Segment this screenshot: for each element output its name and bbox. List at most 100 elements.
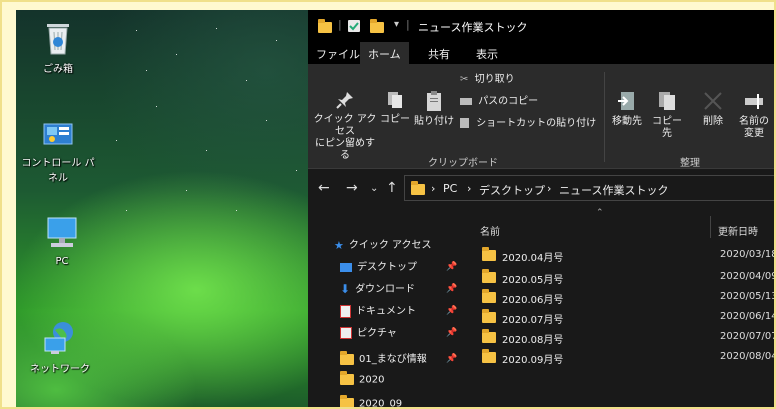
crumb-separator: › — [547, 182, 552, 195]
file-row[interactable]: 2020.08月号 2020/07/07 1 — [478, 328, 774, 346]
file-modified: 2020/04/09 1 — [720, 271, 776, 282]
pin-icon[interactable]: 📌 — [446, 284, 457, 294]
desktop-icon-network[interactable]: ネットワーク — [20, 320, 100, 375]
paste-label: 貼り付け — [414, 116, 454, 127]
breadcrumb-pc[interactable]: PC — [443, 182, 457, 195]
tab-home[interactable]: ホーム — [360, 42, 409, 64]
pin-icon[interactable]: 📌 — [446, 328, 457, 338]
desktop-icon-label: PC — [55, 256, 69, 267]
star-icon: ★ — [334, 238, 344, 252]
file-row[interactable]: 2020.07月号 2020/06/14 8 — [478, 308, 776, 326]
delete-x-icon — [704, 92, 722, 110]
column-divider[interactable] — [710, 216, 711, 238]
network-icon — [43, 320, 77, 356]
chevron-down-icon[interactable]: ▾ — [394, 19, 399, 30]
control-panel-icon — [43, 122, 73, 150]
copy-to-icon — [659, 92, 675, 110]
pin-icon[interactable]: 📌 — [446, 262, 457, 272]
desktop-icon-control-panel[interactable]: コントロール パネル — [18, 122, 98, 184]
nav-label: クイック アクセス — [348, 240, 432, 251]
pictures-icon — [340, 327, 352, 339]
folder-icon — [482, 247, 496, 261]
file-name: 2020.08月号 — [502, 335, 564, 346]
nav-quick-access[interactable]: ★ クイック アクセス — [334, 236, 432, 254]
address-bar[interactable]: › PC › デスクトップ › ニュース作業ストック — [404, 175, 774, 201]
file-row[interactable]: 2020.05月号 2020/04/09 1 — [478, 268, 776, 286]
crumb-separator: › — [467, 182, 472, 195]
tab-view[interactable]: 表示 — [476, 46, 498, 62]
file-modified: 2020/08/04 1 — [720, 351, 776, 362]
ribbon-separator — [604, 72, 605, 162]
folder-icon — [482, 329, 496, 343]
move-to-button[interactable]: 移動先 — [608, 90, 646, 128]
forward-arrow-icon[interactable]: → — [346, 180, 358, 196]
column-header-name[interactable]: 名前 — [480, 223, 500, 238]
nav-item-desktop[interactable]: デスクトップ — [340, 258, 417, 276]
recent-chevron-icon[interactable]: ⌄ — [370, 183, 378, 194]
tab-file[interactable]: ファイル — [316, 46, 360, 62]
file-row[interactable]: 2020.04月号 2020/03/18 1 — [478, 246, 774, 264]
file-row[interactable]: 2020.06月号 2020/05/13 9 — [478, 288, 776, 306]
desktop-icon-recycle-bin[interactable]: ごみ箱 — [18, 20, 98, 75]
desktop-icon-label: ごみ箱 — [43, 64, 73, 75]
rename-icon — [745, 94, 763, 109]
paste-button[interactable]: 貼り付け — [412, 90, 456, 128]
download-arrow-icon: ⬇ — [340, 282, 351, 296]
pin-quick-access-button[interactable]: クイック アクセス にピン留めする — [312, 90, 378, 162]
paste-shortcut-icon — [460, 118, 469, 128]
nav-label: 01_まなび情報 — [359, 354, 427, 365]
nav-label: ピクチャ — [357, 328, 397, 339]
file-explorer-window: | ▾ | ニュース作業ストック ファイル ホーム 共有 表示 クイック アクセ… — [308, 10, 776, 407]
copy-to-label: コピー先 — [652, 116, 682, 139]
nav-item-folder[interactable]: 01_まなび情報 — [340, 350, 427, 368]
move-to-label: 移動先 — [612, 116, 642, 127]
pin-icon[interactable]: 📌 — [446, 306, 457, 316]
folder-icon — [482, 289, 496, 303]
desktop-icon-label: コントロール パネル — [21, 158, 95, 184]
desktop-icon-pc[interactable]: PC — [22, 216, 102, 267]
copy-to-button[interactable]: コピー先 — [648, 90, 686, 140]
nav-label: デスクトップ — [357, 262, 417, 273]
file-name: 2020.07月号 — [502, 315, 564, 326]
paste-shortcut-label: ショートカットの貼り付け — [476, 118, 597, 129]
nav-item-folder[interactable]: 2020 — [340, 371, 384, 392]
file-name: 2020.04月号 — [502, 253, 564, 264]
folder-icon — [482, 269, 496, 283]
screenshot-frame: ごみ箱 コントロール パネル PC ネットワーク | ▾ | ニュース作業ストッ… — [0, 0, 776, 409]
document-icon — [340, 304, 351, 318]
properties-quick-icon[interactable] — [348, 20, 360, 32]
delete-button[interactable]: 削除 — [698, 90, 728, 128]
tab-share[interactable]: 共有 — [428, 46, 450, 62]
file-row[interactable]: 2020.09月号 2020/08/04 1 — [478, 348, 776, 366]
file-modified: 2020/05/13 9 — [720, 291, 776, 302]
breadcrumb-desktop[interactable]: デスクトップ — [479, 182, 545, 198]
back-arrow-icon[interactable]: ← — [318, 180, 330, 196]
file-list: ⌃ 名前 更新日時 2020.04月号 2020/03/18 1 2020.05… — [472, 206, 776, 407]
nav-item-documents[interactable]: ドキュメント — [340, 302, 416, 320]
nav-item-pictures[interactable]: ピクチャ — [340, 324, 397, 342]
pin-icon[interactable]: 📌 — [446, 354, 457, 364]
folder-icon — [411, 181, 425, 195]
clipboard-icon — [427, 91, 441, 111]
copy-button[interactable]: コピー — [380, 90, 410, 126]
copy-path-button[interactable]: パスのコピー — [460, 96, 538, 108]
nav-item-downloads[interactable]: ⬇ ダウンロード — [340, 280, 415, 298]
rename-button[interactable]: 名前の 変更 — [734, 90, 774, 140]
cut-button[interactable]: ✂ 切り取り — [460, 74, 515, 86]
pc-icon — [45, 216, 79, 252]
separator: | — [406, 18, 410, 31]
nav-item-folder[interactable]: 2020_09 — [340, 395, 402, 407]
file-name: 2020.05月号 — [502, 275, 564, 286]
new-folder-quick-icon[interactable] — [370, 19, 384, 33]
navigation-pane: ★ クイック アクセス デスクトップ 📌 ⬇ ダウンロード 📌 ドキュメント 📌 ピ… — [308, 206, 468, 407]
title-bar[interactable]: | ▾ | ニュース作業ストック — [308, 10, 774, 42]
file-modified: 2020/06/14 8 — [720, 311, 776, 322]
pin-label-1: クイック アクセス — [313, 114, 377, 137]
up-arrow-icon[interactable]: ↑ — [386, 180, 398, 196]
folder-icon — [482, 349, 496, 363]
delete-label: 削除 — [703, 116, 723, 127]
move-to-icon — [618, 92, 634, 110]
column-header-modified[interactable]: 更新日時 — [718, 223, 758, 238]
paste-shortcut-button[interactable]: ショートカットの貼り付け — [460, 118, 596, 130]
breadcrumb-current-folder[interactable]: ニュース作業ストック — [559, 182, 668, 198]
